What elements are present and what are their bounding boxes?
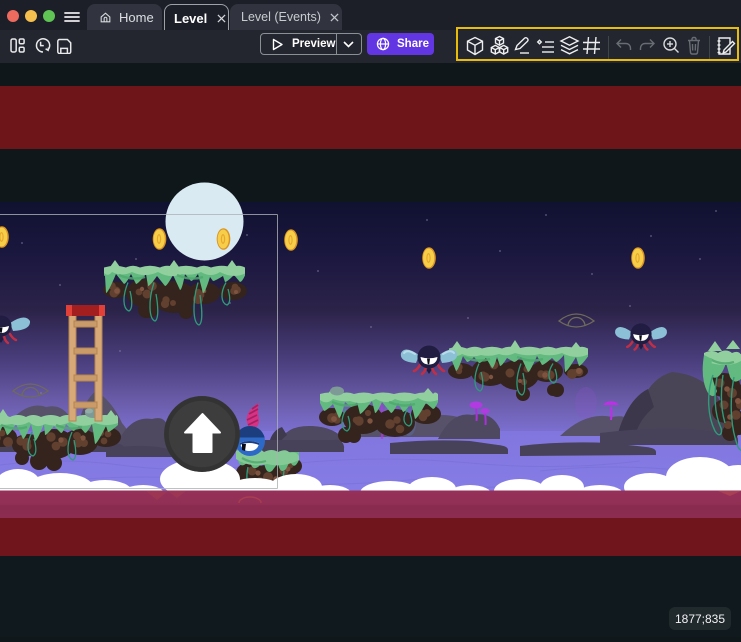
svg-text:1877;835: 1877;835 (675, 612, 725, 626)
